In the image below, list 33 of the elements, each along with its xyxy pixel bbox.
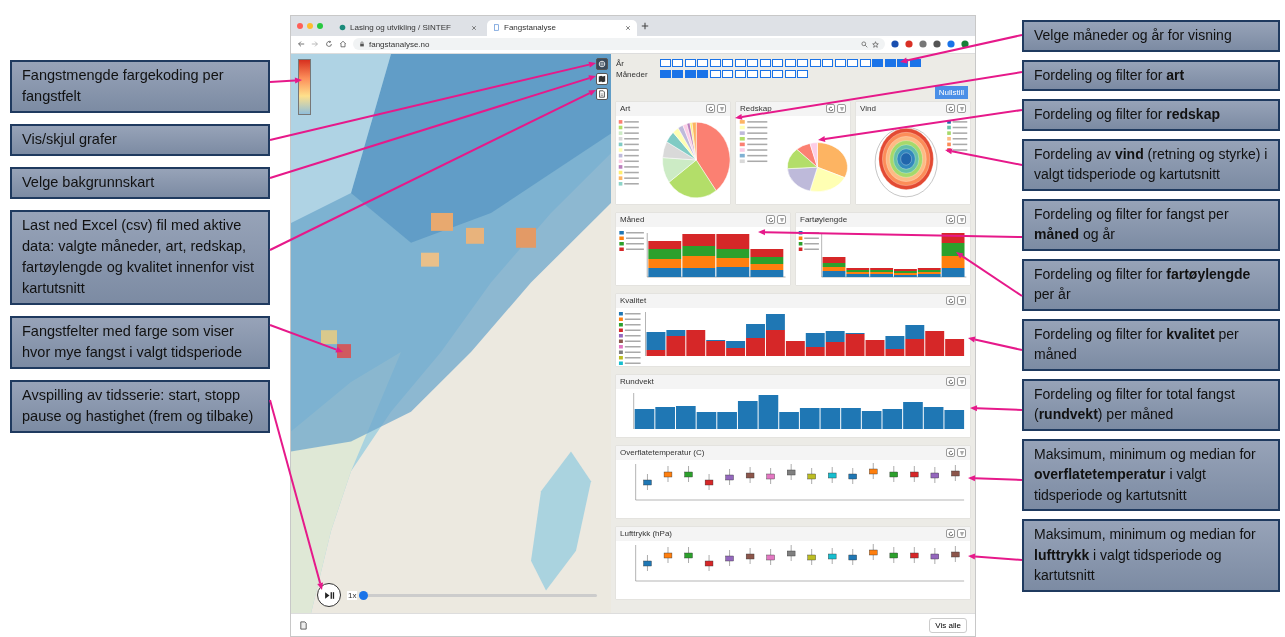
browser-tab[interactable]: Fangstanalyse: [487, 19, 637, 36]
url-text: fangstanalyse.no: [369, 39, 430, 49]
speed-label: 1x: [347, 590, 358, 600]
callout-box: Maksimum, minimum og median for lufttrykk i valgt tidsperiode og kartutsnitt: [1022, 519, 1280, 592]
panel-title: Redskap: [740, 104, 773, 114]
callout-box: Velge måneder og år for visning: [1022, 20, 1280, 52]
callout-box: Fangstfelter med farge som viser hvor mye fangst i valgt tidsperiode: [10, 316, 270, 369]
callout-box: Maksimum, minimum og median for overflatetemperatur i valgt tidsperiode og kartutsnitt: [1022, 438, 1280, 511]
filter-label: År: [616, 58, 625, 68]
callout-box: Fordeling og filter for kvalitet per måned: [1022, 318, 1280, 371]
browser-tab[interactable]: Lasing og utvikling / SINTEF: [333, 19, 483, 36]
panel-title: Overflatetemperatur (C): [620, 448, 706, 458]
callout-box: Fordeling og filter for fartøylengde per år: [1022, 258, 1280, 311]
filter-label: Måneder: [616, 69, 649, 79]
panel-title: Rundvekt: [620, 377, 655, 387]
callout-box: Fordeling og filter for redskap: [1022, 99, 1280, 131]
callout-box: Fordeling og filter for art: [1022, 59, 1280, 91]
panel-title: Art: [620, 104, 632, 114]
callout-box: Avspilling av tidsserie: start, stopp pause og hastighet (frem og tilbake): [10, 380, 270, 433]
callout-box: Fordeling og filter for total fangst (rundvekt) per måned: [1022, 378, 1280, 431]
panel-title: Fartøylengde: [800, 215, 849, 225]
callout-box: Velge bakgrunnskart: [10, 167, 270, 199]
panel-title: Lufttrykk (hPa): [620, 529, 673, 539]
callout-box: Last ned Excel (csv) fil med aktive data: valgte måneder, art, redskap, fartøylengde og kvalitet innenfor vist kartutsnitt: [10, 210, 270, 305]
callout-box: Fordeling og filter for fangst per måned og år: [1022, 198, 1280, 251]
callout-box: Vis/skjul grafer: [10, 124, 270, 156]
address-bar[interactable]: fangstanalyse.no: [353, 38, 885, 51]
panel-title: Vind: [860, 104, 877, 114]
callout-box: Fangstmengde fargekoding per fangstfelt: [10, 60, 270, 113]
panel-title: Kvalitet: [620, 296, 648, 306]
show-all-button[interactable]: Vis alle: [929, 617, 967, 633]
panel-title: Måned: [620, 215, 646, 225]
callout-box: Fordeling av vind (retning og styrke) i valgt tidsperiode og kartutsnitt: [1022, 138, 1280, 191]
